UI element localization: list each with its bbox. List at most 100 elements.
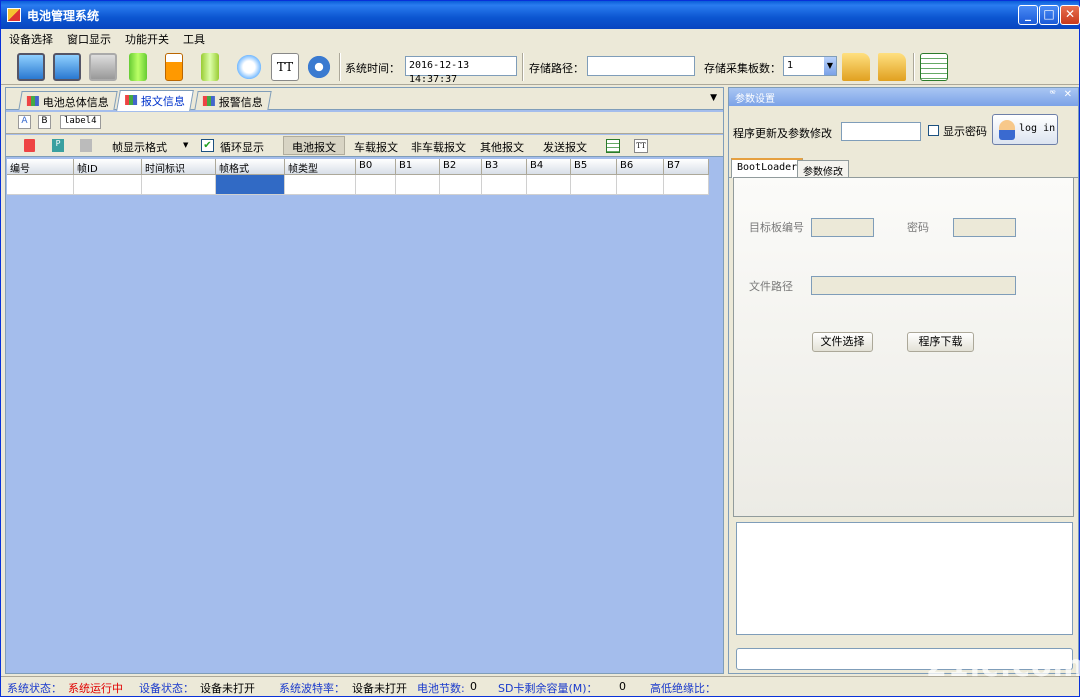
close-button[interactable]: ✕ <box>1060 5 1080 25</box>
excel-icon[interactable] <box>606 139 620 153</box>
app-icon <box>7 8 21 22</box>
show-password-checkbox[interactable] <box>928 125 939 136</box>
tab-bootloader[interactable]: BootLoader <box>731 158 804 178</box>
sys-status-label: 系统状态： <box>7 682 62 695</box>
menu-tools[interactable]: 工具 <box>183 31 205 47</box>
monitor-disconnect-icon[interactable] <box>89 53 117 81</box>
col-header[interactable]: B5 <box>571 159 617 175</box>
bootloader-panel: 目标板编号 密码 文件路径 文件选择 程序下载 <box>733 177 1074 517</box>
path-field[interactable] <box>587 56 695 76</box>
tab-other-msg[interactable]: 其他报文 <box>480 139 524 155</box>
p-icon[interactable]: P <box>52 139 64 152</box>
col-header[interactable]: 帧ID <box>74 159 142 175</box>
label4: label4 <box>60 115 101 129</box>
excel-icon[interactable] <box>920 53 948 81</box>
grid-cell[interactable] <box>664 175 709 195</box>
delete-icon[interactable] <box>24 139 35 152</box>
title-bar: 电池管理系统 _ □ ✕ <box>1 1 1080 29</box>
col-header[interactable]: B3 <box>482 159 527 175</box>
close-icon[interactable]: ✕ <box>1064 89 1072 100</box>
log-textarea[interactable] <box>736 522 1073 635</box>
font-a-button[interactable]: A <box>18 115 31 129</box>
grid-cell[interactable] <box>74 175 142 195</box>
folder-search-icon[interactable] <box>842 53 870 81</box>
col-header[interactable]: B2 <box>440 159 482 175</box>
cells-value: 0 <box>470 680 477 693</box>
pwd-input[interactable] <box>953 218 1016 237</box>
grid-cell[interactable] <box>527 175 571 195</box>
folder-edit-icon[interactable] <box>878 53 906 81</box>
col-header[interactable]: B6 <box>617 159 664 175</box>
pin-icon[interactable]: ᵆ <box>1050 89 1056 100</box>
file-path-input[interactable] <box>811 276 1016 295</box>
settings-tabs: BootLoader 参数修改 <box>729 158 1078 178</box>
tab-send-msg[interactable]: 发送报文 <box>543 139 587 155</box>
font-icon[interactable]: TT <box>271 53 299 81</box>
tab-param-modify[interactable]: 参数修改 <box>797 160 849 178</box>
tab-alarm-info[interactable]: 报警信息 <box>194 91 272 110</box>
menu-function-switch[interactable]: 功能开关 <box>125 31 169 47</box>
login-button[interactable]: log in <box>992 114 1058 145</box>
grid-cell[interactable] <box>571 175 617 195</box>
chevron-down-icon[interactable]: ▼ <box>824 57 836 75</box>
password-input[interactable] <box>841 122 921 141</box>
main-toolbar: TT 系统时间： 2016-12-13 14:37:37 存储路径： 存储采集板… <box>1 49 1079 85</box>
grid-cell[interactable] <box>285 175 356 195</box>
monitor-connect-icon[interactable] <box>53 53 81 81</box>
grid-cell[interactable] <box>617 175 664 195</box>
grid-cell[interactable] <box>396 175 440 195</box>
pwd-label: 密码 <box>907 221 929 234</box>
minimize-button[interactable]: _ <box>1018 5 1038 25</box>
col-header[interactable]: 时间标识 <box>142 159 216 175</box>
col-header[interactable]: 帧格式 <box>216 159 285 175</box>
col-header[interactable]: B0 <box>356 159 396 175</box>
update-label: 程序更新及参数修改 <box>733 127 832 140</box>
dev-status-value: 设备未打开 <box>200 682 255 695</box>
font-icon[interactable]: TT <box>634 139 648 153</box>
tab-dropdown-icon[interactable]: ▼ <box>710 93 717 103</box>
monitor-icon[interactable] <box>17 53 45 81</box>
col-header[interactable]: B7 <box>664 159 709 175</box>
tab-offboard-msg[interactable]: 非车载报文 <box>411 139 466 155</box>
grid-cell[interactable] <box>482 175 527 195</box>
tab-battery-overview[interactable]: 电池总体信息 <box>18 91 118 110</box>
tab-battery-msg[interactable]: 电池报文 <box>283 136 345 155</box>
grid-cell-selected[interactable] <box>216 175 285 195</box>
loop-checkbox[interactable]: ✔ <box>201 139 214 152</box>
boards-select-value: 1 <box>787 60 794 71</box>
tab-onboard-msg[interactable]: 车载报文 <box>354 139 398 155</box>
maximize-button[interactable]: □ <box>1039 5 1059 25</box>
message-grid: 编号 帧ID 时间标识 帧格式 帧类型 B0 B1 B2 B3 B4 B5 B6… <box>7 159 709 197</box>
toolbar-separator <box>913 53 915 81</box>
grid-cell[interactable] <box>7 175 74 195</box>
weather-icon[interactable] <box>235 53 263 81</box>
sd-label: SD卡剩余容量(M)： <box>498 682 598 695</box>
toolbar-separator <box>339 53 341 81</box>
battery-full-icon[interactable] <box>129 53 147 81</box>
gear-icon[interactable] <box>305 53 333 81</box>
col-header[interactable]: 编号 <box>7 159 74 175</box>
download-button[interactable]: 程序下载 <box>907 332 974 352</box>
target-board-input[interactable] <box>811 218 874 237</box>
col-header[interactable]: B1 <box>396 159 440 175</box>
stop-icon[interactable] <box>80 139 92 152</box>
settings-panel: 参数设置 ᵆ ✕ 程序更新及参数修改 显示密码 log in BootLoade… <box>728 87 1079 674</box>
frame-format-dropdown[interactable]: 帧显示格式 <box>112 139 167 155</box>
menu-device-select[interactable]: 设备选择 <box>9 31 53 47</box>
col-header[interactable]: B4 <box>527 159 571 175</box>
label-toolbar: A B label4 <box>6 112 723 134</box>
tab-message-info[interactable]: 报文信息 <box>116 90 194 111</box>
battery-half-icon[interactable] <box>165 53 183 81</box>
menu-window-display[interactable]: 窗口显示 <box>67 31 111 47</box>
choose-file-button[interactable]: 文件选择 <box>812 332 873 352</box>
grid-cell[interactable] <box>440 175 482 195</box>
chevron-down-icon[interactable]: ▼ <box>183 141 188 149</box>
battery-charge-icon[interactable] <box>201 53 219 81</box>
grid-cell[interactable] <box>142 175 216 195</box>
boards-select[interactable]: 1 ▼ <box>783 56 837 76</box>
time-field[interactable]: 2016-12-13 14:37:37 <box>405 56 517 85</box>
watermark: 21ic.com <box>926 649 1080 684</box>
grid-cell[interactable] <box>356 175 396 195</box>
font-b-button[interactable]: B <box>38 115 51 129</box>
col-header[interactable]: 帧类型 <box>285 159 356 175</box>
